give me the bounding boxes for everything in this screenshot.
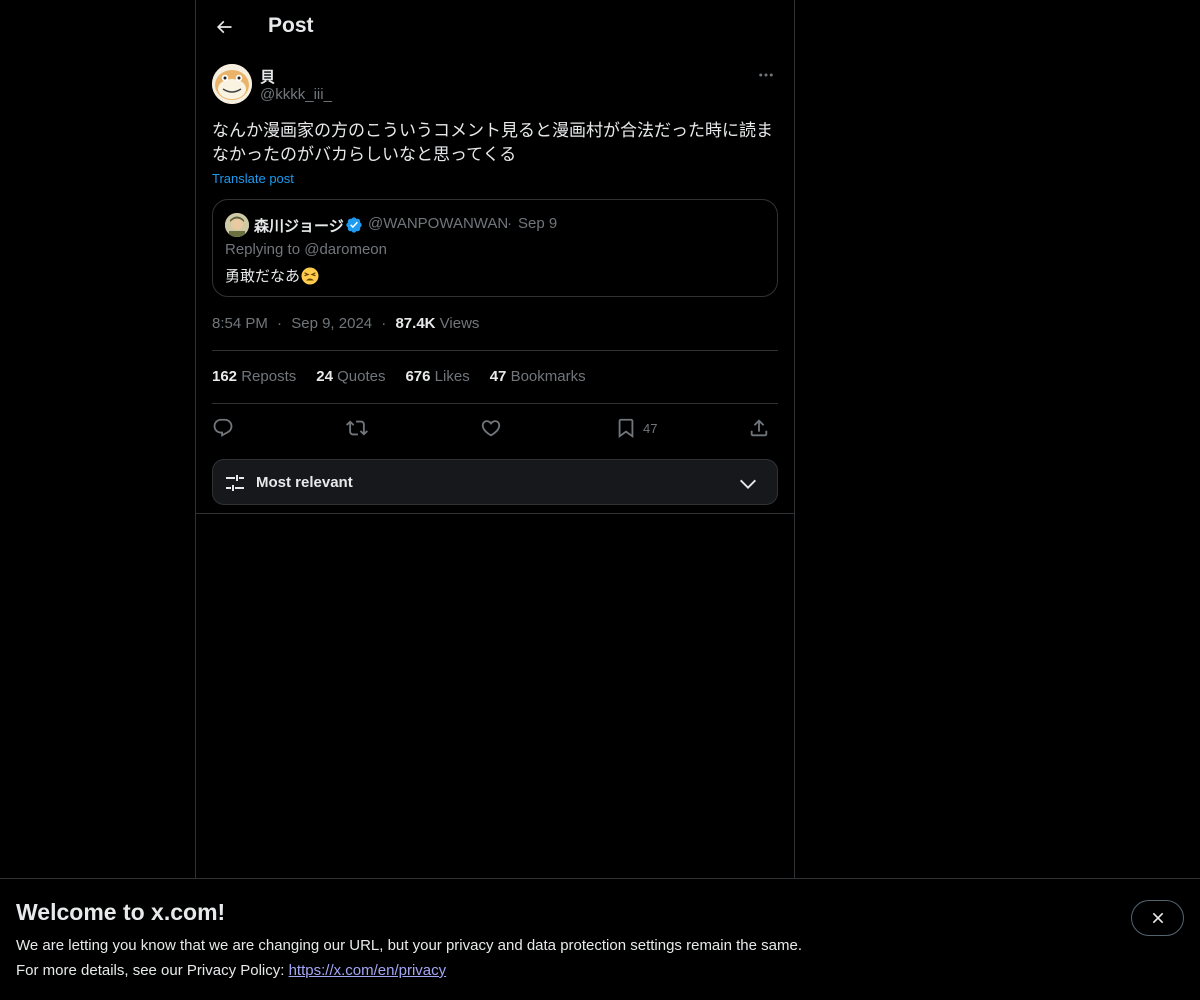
replying-to: Replying to @daromeon — [225, 241, 387, 258]
quoted-post[interactable]: 森川ジョージ @WANPOWANWAN · Sep 9 Replying to … — [212, 199, 778, 297]
translate-post-link[interactable]: Translate post — [212, 171, 294, 186]
replying-to-label: Replying to — [225, 241, 301, 258]
like-button[interactable] — [480, 414, 502, 442]
separator-dot: · — [507, 215, 512, 232]
bookmarks-label: Bookmarks — [510, 368, 586, 385]
page-header: Post — [196, 0, 794, 54]
likes-count: 676 — [405, 368, 431, 385]
sliders-icon — [226, 475, 244, 491]
likes-stat[interactable]: 676 Likes — [405, 368, 469, 385]
quoted-post-date: Sep 9 — [518, 215, 558, 232]
page-title: Post — [268, 14, 314, 37]
likes-label: Likes — [434, 368, 470, 385]
quoted-author-handle: @WANPOWANWAN — [368, 215, 509, 232]
verified-badge-icon — [346, 217, 362, 233]
tired-face-emoji-icon — [301, 267, 319, 284]
quotes-label: Quotes — [337, 368, 386, 385]
replying-to-handle: @daromeon — [304, 241, 387, 258]
quoted-author-name: 森川ジョージ — [254, 218, 344, 235]
engagement-stats: 162 Reposts 24 Quotes 676 Likes 47 Bookm… — [212, 368, 586, 385]
views-count: 87.4K — [395, 315, 436, 332]
reposts-count: 162 — [212, 368, 238, 385]
views-label: Views — [439, 315, 480, 332]
more-horizontal-icon — [759, 73, 773, 77]
divider — [212, 403, 778, 404]
person-avatar-icon — [225, 213, 249, 237]
reposts-label: Reposts — [241, 368, 297, 385]
separator-dot: · — [381, 315, 387, 332]
quoted-author-avatar — [225, 213, 249, 237]
post-text-line: なんか漫画家の方のこういうコメント見ると漫画村が合法だった時に読ま — [212, 121, 773, 140]
post-time[interactable]: 8:54 PM — [212, 315, 268, 332]
primary-column: Post 貝 @kkkk_iii_ なんか漫画家の方のこういうコメント見ると漫画… — [195, 0, 795, 1000]
quotes-stat[interactable]: 24 Quotes — [316, 368, 385, 385]
cartoon-face-avatar-icon — [212, 64, 252, 104]
reply-icon — [213, 418, 233, 437]
close-icon — [1152, 912, 1163, 924]
banner-details: For more details, see our Privacy Policy… — [16, 962, 446, 979]
separator-dot: · — [277, 315, 283, 332]
back-button[interactable] — [206, 9, 242, 45]
quotes-count: 24 — [316, 368, 333, 385]
banner-details-prefix: For more details, see our Privacy Policy… — [16, 962, 289, 979]
heart-icon — [481, 420, 501, 437]
quoted-post-text: 勇敢だなあ — [225, 265, 319, 286]
quoted-text: 勇敢だなあ — [225, 268, 301, 285]
post-date[interactable]: Sep 9, 2024 — [291, 315, 372, 332]
reposts-stat[interactable]: 162 Reposts — [212, 368, 296, 385]
welcome-banner: Welcome to x.com! We are letting you kno… — [0, 878, 1200, 1000]
bookmarks-stat[interactable]: 47 Bookmarks — [490, 368, 586, 385]
reply-sort-dropdown[interactable]: Most relevant — [212, 459, 778, 505]
banner-message: We are letting you know that we are chan… — [16, 937, 802, 954]
share-button[interactable] — [748, 414, 770, 442]
banner-title: Welcome to x.com! — [16, 899, 226, 925]
post-actions: 47 — [212, 414, 778, 442]
privacy-policy-link[interactable]: https://x.com/en/privacy — [289, 962, 447, 979]
repost-icon — [346, 420, 368, 436]
share-icon — [750, 419, 768, 437]
bookmark-count: 47 — [643, 420, 658, 436]
close-banner-button[interactable] — [1131, 900, 1184, 936]
bookmark-button[interactable]: 47 — [615, 414, 657, 442]
post-author: 貝 @kkkk_iii_ — [212, 64, 778, 106]
divider — [212, 350, 778, 351]
more-options-button[interactable] — [754, 64, 778, 86]
post-text: なんか漫画家の方のこういうコメント見ると漫画村が合法だった時に読ま なかったのが… — [212, 119, 778, 167]
reply-button[interactable] — [212, 414, 234, 442]
author-handle[interactable]: @kkkk_iii_ — [260, 86, 332, 103]
divider — [196, 513, 794, 514]
author-name[interactable]: 貝 — [260, 66, 275, 87]
post-meta: 8:54 PM · Sep 9, 2024 · 87.4K Views — [212, 315, 479, 332]
arrow-left-icon — [216, 20, 232, 34]
post-text-line: なかったのがバカらしいなと思ってくる — [212, 145, 517, 164]
sort-label: Most relevant — [256, 474, 353, 491]
author-avatar[interactable] — [212, 64, 252, 104]
chevron-down-icon — [740, 479, 756, 489]
bookmarks-count: 47 — [489, 368, 507, 385]
bookmark-icon — [618, 418, 634, 439]
repost-button[interactable] — [346, 414, 368, 442]
